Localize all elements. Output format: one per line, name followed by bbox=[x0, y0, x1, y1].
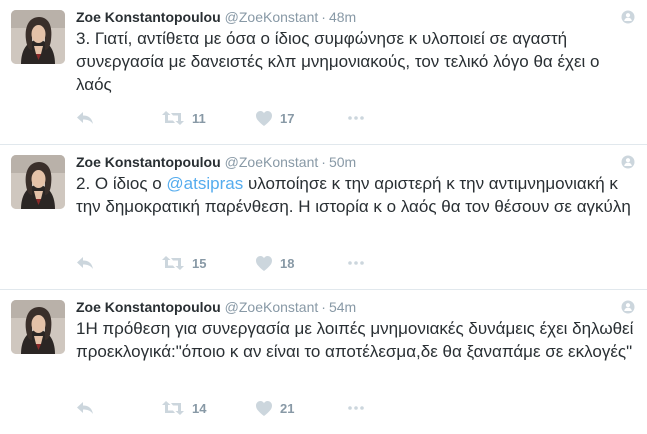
more-icon bbox=[348, 406, 364, 410]
tweet-actions: 11 17 bbox=[76, 108, 476, 128]
more-button[interactable] bbox=[348, 108, 364, 128]
like-icon bbox=[256, 255, 272, 271]
tweet[interactable]: Zoe Konstantopoulou @ZoeKonstant · 54m 1Η π… bbox=[0, 290, 647, 434]
tweet-text-part: 3. Γιατί, αντίθετα με όσα ο ίδιος συμφών… bbox=[76, 29, 600, 94]
reply-button[interactable] bbox=[76, 253, 94, 273]
like-icon bbox=[256, 110, 272, 126]
separator: · bbox=[321, 299, 326, 315]
avatar[interactable] bbox=[11, 10, 65, 64]
tweet-actions: 15 18 bbox=[76, 253, 476, 273]
tweet-text: 2. Ο ίδιος ο @atsipras υλοποίησε κ την α… bbox=[76, 172, 636, 218]
author-name[interactable]: Zoe Konstantopoulou bbox=[76, 154, 221, 170]
more-button[interactable] bbox=[348, 398, 364, 418]
retweet-button[interactable]: 11 bbox=[162, 108, 206, 128]
tweet-header: Zoe Konstantopoulou @ZoeKonstant · 50m bbox=[76, 153, 617, 171]
author-handle[interactable]: @ZoeKonstant bbox=[225, 154, 319, 170]
like-count: 17 bbox=[280, 110, 295, 126]
tweet-header: Zoe Konstantopoulou @ZoeKonstant · 54m bbox=[76, 298, 617, 316]
author-handle[interactable]: @ZoeKonstant bbox=[225, 9, 319, 25]
more-button[interactable] bbox=[348, 253, 364, 273]
more-icon bbox=[348, 116, 364, 120]
tweet-header: Zoe Konstantopoulou @ZoeKonstant · 48m bbox=[76, 8, 617, 26]
tweet-actions: 14 21 bbox=[76, 398, 476, 418]
retweet-icon bbox=[162, 401, 184, 415]
retweet-count: 11 bbox=[192, 110, 206, 126]
retweet-icon bbox=[162, 256, 184, 270]
avatar[interactable] bbox=[11, 155, 65, 209]
reply-button[interactable] bbox=[76, 398, 94, 418]
author-name[interactable]: Zoe Konstantopoulou bbox=[76, 9, 221, 25]
follow-icon[interactable] bbox=[621, 155, 635, 169]
timestamp[interactable]: 48m bbox=[329, 9, 356, 25]
like-button[interactable]: 18 bbox=[256, 253, 294, 273]
like-count: 21 bbox=[280, 400, 295, 416]
author-name[interactable]: Zoe Konstantopoulou bbox=[76, 299, 221, 315]
tweet-feed: Zoe Konstantopoulou @ZoeKonstant · 48m 3. Γ… bbox=[0, 0, 647, 434]
retweet-button[interactable]: 14 bbox=[162, 398, 206, 418]
follow-icon[interactable] bbox=[621, 10, 635, 24]
like-button[interactable]: 17 bbox=[256, 108, 294, 128]
retweet-button[interactable]: 15 bbox=[162, 253, 206, 273]
retweet-count: 15 bbox=[192, 255, 207, 271]
like-button[interactable]: 21 bbox=[256, 398, 294, 418]
like-count: 18 bbox=[280, 255, 295, 271]
timestamp[interactable]: 54m bbox=[329, 299, 356, 315]
more-icon bbox=[348, 261, 364, 265]
tweet-text-part: 1Η πρόθεση για συνεργασία με λοιπές μνημ… bbox=[76, 319, 634, 361]
tweet-text: 1Η πρόθεση για συνεργασία με λοιπές μνημ… bbox=[76, 317, 636, 363]
reply-icon bbox=[77, 112, 93, 124]
retweet-count: 14 bbox=[192, 400, 207, 416]
reply-icon bbox=[77, 402, 93, 414]
reply-button[interactable] bbox=[76, 108, 94, 128]
retweet-icon bbox=[162, 111, 184, 125]
avatar[interactable] bbox=[11, 300, 65, 354]
reply-icon bbox=[77, 257, 93, 269]
timestamp[interactable]: 50m bbox=[329, 154, 356, 170]
tweet-text: 3. Γιατί, αντίθετα με όσα ο ίδιος συμφών… bbox=[76, 27, 636, 96]
separator: · bbox=[321, 9, 326, 25]
like-icon bbox=[256, 400, 272, 416]
tweet[interactable]: Zoe Konstantopoulou @ZoeKonstant · 48m 3. Γ… bbox=[0, 0, 647, 145]
tweet-text-part: 2. Ο ίδιος ο bbox=[76, 174, 167, 193]
author-handle[interactable]: @ZoeKonstant bbox=[225, 299, 319, 315]
separator: · bbox=[321, 154, 326, 170]
tweet[interactable]: Zoe Konstantopoulou @ZoeKonstant · 50m 2. Ο… bbox=[0, 145, 647, 290]
mention-link[interactable]: @atsipras bbox=[166, 174, 243, 193]
follow-icon[interactable] bbox=[621, 300, 635, 314]
